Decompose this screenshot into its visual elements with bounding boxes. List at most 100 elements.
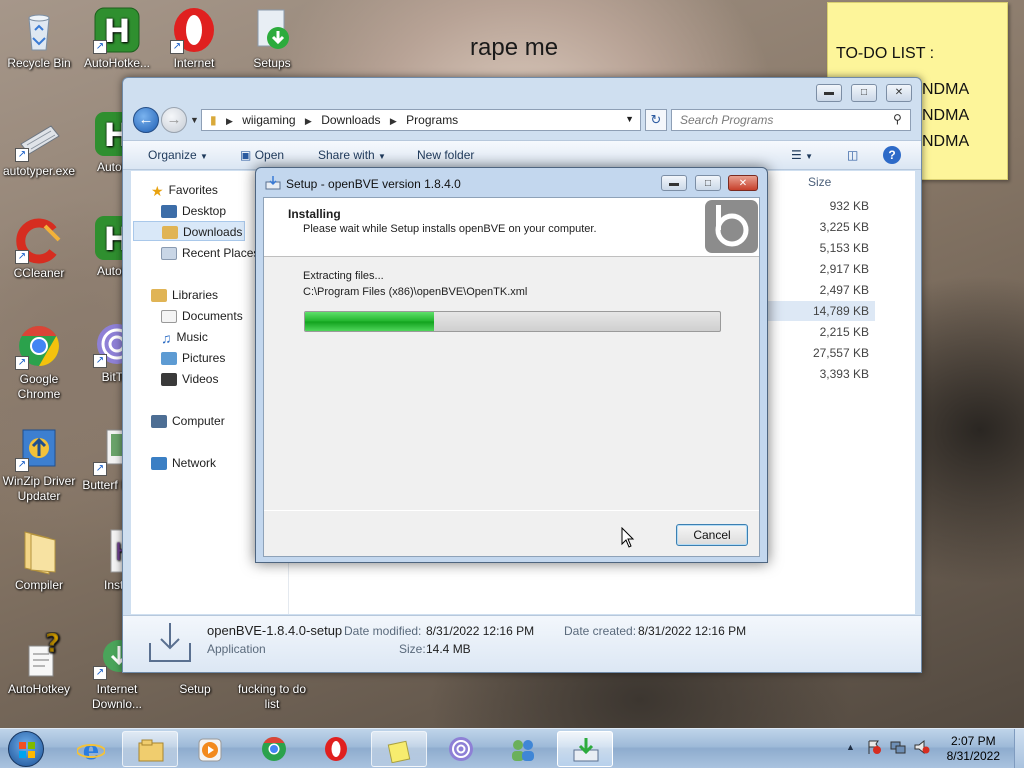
- share-with-label: Share with: [318, 148, 375, 162]
- nav-music[interactable]: ♫ Music: [161, 327, 208, 347]
- setup-minimize-button[interactable]: ▬: [661, 175, 687, 191]
- desktop-icon-winzip-driver-updater[interactable]: ↗ WinZip Driver Updater: [0, 424, 78, 504]
- new-folder-button[interactable]: New folder: [417, 148, 474, 162]
- nav-pictures[interactable]: Pictures: [161, 348, 225, 368]
- nav-downloads[interactable]: Downloads: [133, 221, 245, 241]
- setup-footer-divider: [264, 510, 759, 511]
- network-icon: [151, 457, 167, 471]
- recent-places-icon: [161, 247, 177, 261]
- desktop-icon-autotyper[interactable]: ↗ autotyper.exe: [0, 114, 78, 179]
- share-with-menu[interactable]: Share with ▼: [318, 148, 386, 162]
- show-hidden-icons-button[interactable]: ▲: [846, 742, 855, 752]
- nav-videos[interactable]: Videos: [161, 369, 218, 389]
- taskbar-bittorrent[interactable]: [433, 731, 489, 767]
- forward-button[interactable]: →: [161, 107, 187, 133]
- start-button[interactable]: [8, 731, 44, 767]
- setup-maximize-button[interactable]: □: [695, 175, 721, 191]
- chevron-down-icon[interactable]: ▼: [625, 114, 634, 124]
- volume-muted-icon[interactable]: [914, 739, 930, 755]
- desktop-icon-label: AutoHotkey: [7, 682, 71, 696]
- desktop-icon-compiler[interactable]: Compiler: [0, 528, 78, 593]
- desktop-icon-setups[interactable]: Setups: [233, 6, 311, 71]
- videos-icon: [161, 373, 177, 387]
- desktop-icon-label: CCleaner: [13, 266, 65, 280]
- file-size-cell: 14,789 KB: [765, 301, 875, 321]
- setup-close-button[interactable]: ✕: [728, 175, 758, 191]
- media-player-icon: [198, 738, 222, 762]
- breadcrumb-item[interactable]: Downloads: [321, 110, 380, 130]
- show-desktop-button[interactable]: [1014, 729, 1024, 768]
- autohotkey-script-icon: ?: [15, 629, 63, 680]
- nav-libraries[interactable]: Libraries: [151, 285, 218, 305]
- cancel-button[interactable]: Cancel: [676, 524, 748, 546]
- taskbar-internet-explorer[interactable]: e: [63, 731, 119, 767]
- organize-menu[interactable]: Organize ▼: [148, 148, 208, 162]
- desktop-icon-ccleaner[interactable]: ↗ CCleaner: [0, 216, 78, 281]
- view-options-icon[interactable]: ☰ ▼: [791, 148, 813, 162]
- desktop-icon-autohotkey[interactable]: H ↗ AutoHotke...: [78, 6, 156, 71]
- maximize-button[interactable]: □: [851, 84, 877, 102]
- opera-icon: [325, 737, 347, 761]
- desktop-icon-recycle-bin[interactable]: Recycle Bin: [0, 6, 78, 71]
- network-status-icon[interactable]: [890, 739, 906, 755]
- taskbar-setup[interactable]: [557, 731, 613, 767]
- minimize-button[interactable]: ▬: [816, 84, 842, 102]
- nav-label: Libraries: [172, 288, 219, 302]
- help-icon[interactable]: ?: [883, 146, 901, 164]
- file-size-cell: 3,225 KB: [819, 220, 869, 234]
- search-icon[interactable]: ⚲: [893, 112, 902, 126]
- nav-computer[interactable]: Computer: [151, 411, 225, 431]
- setup-dialog[interactable]: Setup - openBVE version 1.8.4.0 ▬ □ ✕ In…: [255, 167, 768, 563]
- recent-pages-dropdown[interactable]: ▼: [190, 115, 199, 125]
- music-icon: ♫: [161, 329, 172, 346]
- taskbar-media-player[interactable]: [182, 731, 238, 767]
- chevron-right-icon[interactable]: ▶: [305, 116, 312, 127]
- breadcrumb-item[interactable]: wiigaming: [242, 110, 295, 130]
- nav-label: Computer: [172, 414, 225, 428]
- recycle-bin-icon: [15, 6, 63, 54]
- downloads-folder-icon: [162, 226, 178, 240]
- refresh-button[interactable]: ↻: [645, 109, 667, 131]
- desktop-icon-label: Setup: [179, 682, 211, 696]
- nav-documents[interactable]: Documents: [161, 306, 243, 326]
- file-size-cell: 932 KB: [829, 199, 869, 213]
- setup-body: Installing Please wait while Setup insta…: [263, 197, 760, 557]
- taskbar-opera[interactable]: [308, 731, 364, 767]
- desktop-icon-label: Google Chrome: [17, 372, 61, 401]
- search-input[interactable]: Search Programs: [671, 109, 911, 131]
- taskbar-users[interactable]: [495, 731, 551, 767]
- taskbar-sticky-notes[interactable]: [371, 731, 427, 767]
- address-row: ← → ▼ ▮ ▶ wiigaming ▶ Downloads ▶ Progra…: [131, 107, 913, 133]
- back-button[interactable]: ←: [133, 107, 159, 133]
- desktop-icon-internet[interactable]: ↗ Internet: [155, 6, 233, 71]
- preview-pane-icon[interactable]: ◫: [847, 148, 858, 162]
- address-bar[interactable]: ▮ ▶ wiigaming ▶ Downloads ▶ Programs ▼: [201, 109, 641, 131]
- close-button[interactable]: ✕: [886, 84, 912, 102]
- system-clock[interactable]: 2:07 PM 8/31/2022: [947, 734, 1000, 764]
- svg-text:H: H: [104, 12, 131, 50]
- nav-favorites[interactable]: ★ Favorites: [151, 180, 218, 200]
- nav-label: Desktop: [182, 204, 227, 218]
- folder-icon: ▮: [210, 113, 217, 127]
- computer-icon: [151, 415, 167, 429]
- nav-recent-places[interactable]: Recent Places: [161, 243, 259, 263]
- nav-label: Downloads: [183, 225, 243, 239]
- desktop-icon-google-chrome[interactable]: ↗ Google Chrome: [0, 322, 78, 402]
- details-pane: openBVE-1.8.4.0-setup Application Date m…: [123, 615, 921, 672]
- chevron-right-icon[interactable]: ▶: [226, 116, 233, 127]
- action-center-flag-icon[interactable]: [866, 739, 882, 755]
- desktop-icon-autohotkey-script[interactable]: ? AutoHotkey: [0, 629, 78, 697]
- column-header-size[interactable]: Size: [808, 175, 831, 189]
- setup-header: Installing Please wait while Setup insta…: [264, 198, 759, 257]
- nav-desktop[interactable]: Desktop: [161, 201, 226, 221]
- chevron-right-icon[interactable]: ▶: [390, 116, 397, 127]
- open-button[interactable]: ▣ Open: [240, 148, 284, 162]
- documents-icon: [161, 310, 177, 324]
- winzip-icon: ↗: [15, 424, 63, 472]
- taskbar-chrome[interactable]: [246, 731, 302, 767]
- selected-file-type: Application: [207, 642, 266, 656]
- nav-network[interactable]: Network: [151, 453, 216, 473]
- taskbar-windows-explorer[interactable]: [122, 731, 178, 767]
- breadcrumb-item[interactable]: Programs: [406, 110, 458, 130]
- file-size-cell: 3,393 KB: [819, 367, 869, 381]
